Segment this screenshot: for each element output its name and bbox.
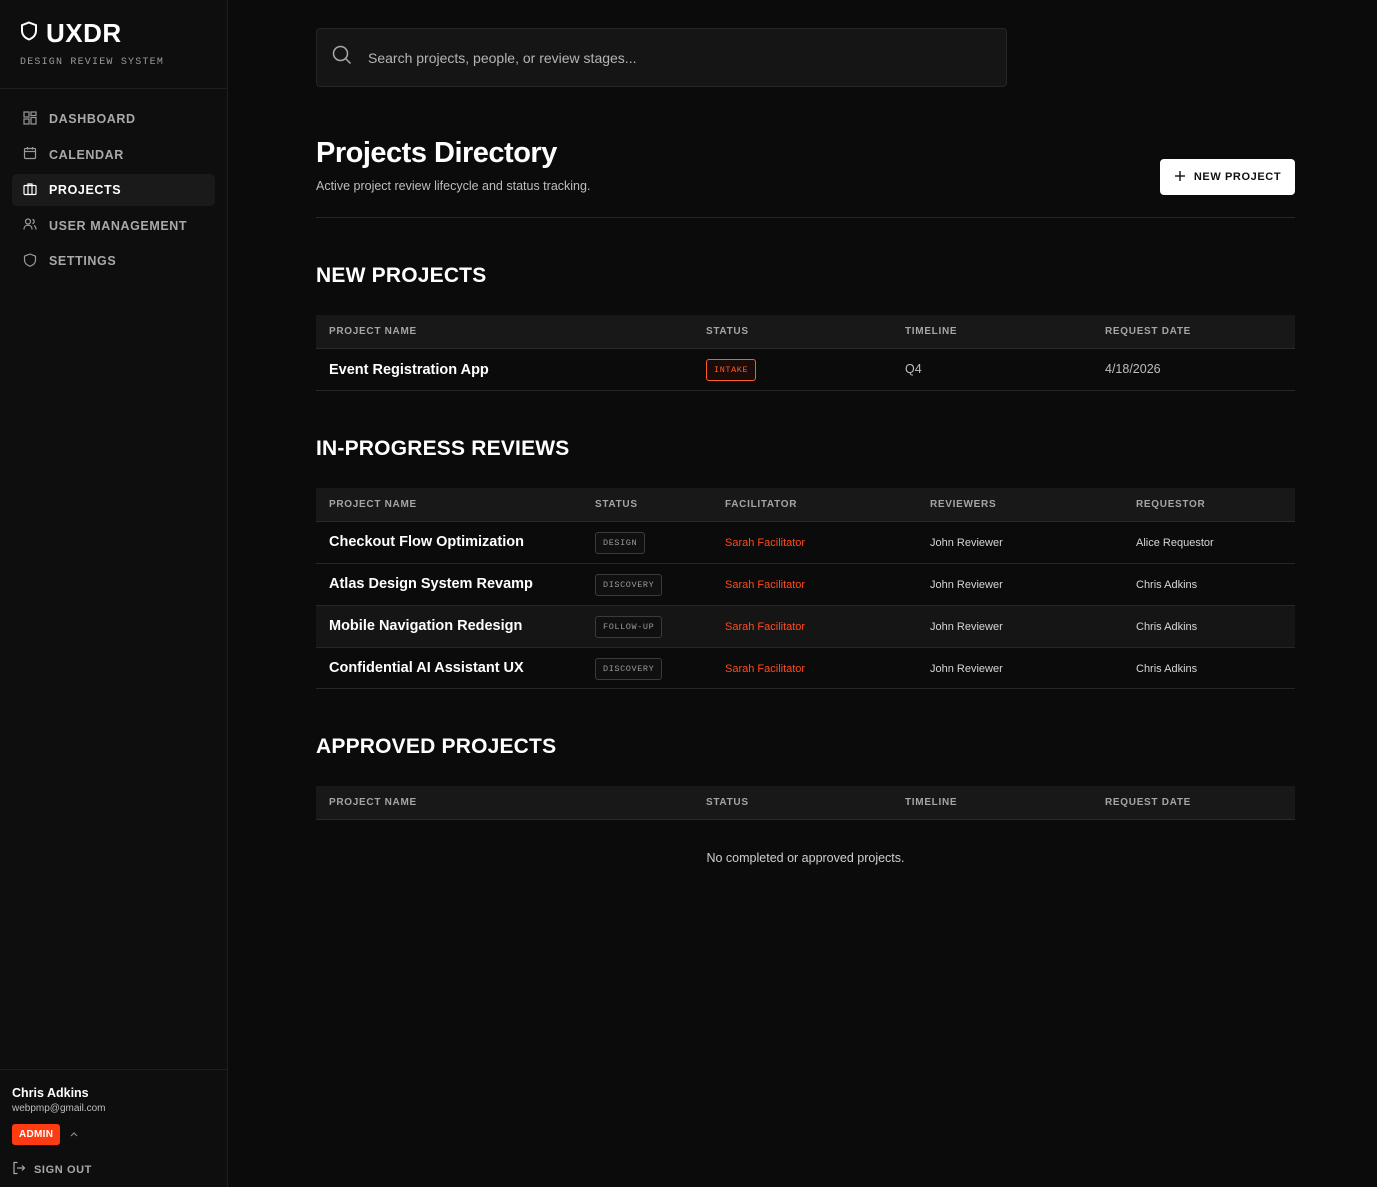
calendar-icon: [23, 146, 37, 163]
reviewers: John Reviewer: [930, 663, 1003, 675]
briefcase-icon: [23, 182, 37, 199]
sidebar-item-dashboard[interactable]: DASHBOARD: [12, 103, 215, 135]
requestor: Chris Adkins: [1136, 663, 1198, 675]
project-name[interactable]: Event Registration App: [329, 362, 489, 378]
in-progress-title: IN-PROGRESS REVIEWS: [316, 437, 570, 460]
column-header[interactable]: TIMELINE: [905, 797, 957, 808]
search-icon: [332, 45, 352, 70]
chevron-up-icon[interactable]: [70, 1129, 78, 1140]
requestor: Chris Adkins: [1136, 621, 1198, 633]
column-header[interactable]: TIMELINE: [905, 326, 957, 337]
project-name[interactable]: Mobile Navigation Redesign: [329, 618, 522, 634]
role-row: ADMIN: [12, 1124, 215, 1145]
sidebar-item-calendar[interactable]: CALENDAR: [12, 139, 215, 171]
user-email: webpmp@gmail.com: [12, 1103, 106, 1114]
column-header[interactable]: FACILITATOR: [725, 499, 797, 510]
facilitator[interactable]: Sarah Facilitator: [725, 537, 805, 549]
sidebar-item-label: SETTINGS: [49, 254, 117, 268]
sidebar-item-label: USER MANAGEMENT: [49, 218, 188, 233]
new-project-label: NEW PROJECT: [1193, 171, 1282, 183]
status-badge: DESIGN: [595, 532, 646, 554]
status-badge: FOLLOW-UP: [595, 616, 663, 638]
sidebar-item-label: PROJECTS: [49, 183, 122, 197]
column-header[interactable]: STATUS: [595, 499, 638, 510]
search-input[interactable]: [368, 49, 968, 66]
column-header[interactable]: REQUESTOR: [1136, 499, 1205, 510]
request-date: 4/18/2026: [1105, 362, 1161, 376]
sign-out-label: SIGN OUT: [34, 1163, 92, 1176]
table-row[interactable]: Event Registration App INTAKE Q4 4/18/20…: [316, 349, 1295, 391]
plus-icon: [1174, 170, 1186, 185]
column-header[interactable]: PROJECT NAME: [329, 326, 417, 337]
new-projects-title: NEW PROJECTS: [316, 264, 487, 287]
requestor: Alice Requestor: [1136, 537, 1214, 549]
facilitator[interactable]: Sarah Facilitator: [725, 663, 805, 675]
facilitator[interactable]: Sarah Facilitator: [725, 621, 805, 633]
sidebar-item-label: CALENDAR: [49, 147, 124, 162]
column-header[interactable]: REVIEWERS: [930, 499, 996, 510]
page-subtitle: Active project review lifecycle and stat…: [316, 179, 591, 193]
sign-out-icon: [12, 1161, 26, 1178]
table-row[interactable]: Checkout Flow Optimization DESIGN Sarah …: [316, 522, 1295, 564]
header-divider: [316, 217, 1295, 218]
shield-logo-icon: [20, 21, 38, 46]
role-badge[interactable]: ADMIN: [12, 1124, 61, 1145]
table-row[interactable]: Atlas Design System Revamp DISCOVERY Sar…: [316, 564, 1295, 606]
project-name[interactable]: Atlas Design System Revamp: [329, 576, 533, 592]
new-project-button[interactable]: NEW PROJECT: [1160, 159, 1295, 195]
brand: UXDR DESIGN REVIEW SYSTEM: [0, 0, 227, 89]
approved-projects-table: PROJECT NAME STATUS TIMELINE REQUEST DAT…: [316, 786, 1295, 820]
table-row[interactable]: Mobile Navigation Redesign FOLLOW-UP Sar…: [316, 606, 1295, 648]
search-bar[interactable]: [316, 28, 1007, 87]
user-profile: Chris Adkins webpmp@gmail.com ADMIN SIGN…: [0, 1069, 227, 1187]
status-badge: DISCOVERY: [595, 574, 663, 596]
column-header[interactable]: REQUEST DATE: [1105, 797, 1191, 808]
sidebar-item-user-management[interactable]: USER MANAGEMENT: [12, 210, 215, 242]
column-header[interactable]: PROJECT NAME: [329, 499, 417, 510]
approved-projects-title: APPROVED PROJECTS: [316, 735, 557, 758]
column-header[interactable]: REQUEST DATE: [1105, 326, 1191, 337]
sidebar: UXDR DESIGN REVIEW SYSTEM DASHBOARD CALE…: [0, 0, 228, 1187]
requestor: Chris Adkins: [1136, 579, 1198, 591]
user-name: Chris Adkins: [12, 1086, 89, 1100]
new-projects-table: PROJECT NAME STATUS TIMELINE REQUEST DAT…: [316, 315, 1295, 391]
table-header: PROJECT NAME STATUS FACILITATOR REVIEWER…: [316, 488, 1295, 522]
timeline: Q4: [905, 362, 922, 376]
empty-state-message: No completed or approved projects.: [706, 851, 905, 865]
page-title: Projects Directory: [316, 137, 557, 169]
column-header[interactable]: STATUS: [706, 797, 749, 808]
shield-icon: [23, 252, 37, 270]
status-badge: INTAKE: [706, 359, 757, 381]
table-row[interactable]: Confidential AI Assistant UX DISCOVERY S…: [316, 648, 1295, 689]
project-name[interactable]: Confidential AI Assistant UX: [329, 660, 524, 676]
table-header: PROJECT NAME STATUS TIMELINE REQUEST DAT…: [316, 786, 1295, 820]
column-header[interactable]: STATUS: [706, 326, 749, 337]
status-badge: DISCOVERY: [595, 658, 663, 680]
reviewers: John Reviewer: [930, 621, 1003, 633]
brand-title: UXDR: [46, 18, 122, 48]
grid-icon: [23, 110, 37, 128]
reviewers: John Reviewer: [930, 579, 1003, 591]
brand-subtitle: DESIGN REVIEW SYSTEM: [20, 57, 165, 68]
sidebar-item-settings[interactable]: SETTINGS: [12, 245, 215, 277]
brand-row[interactable]: UXDR: [20, 18, 207, 49]
column-header[interactable]: PROJECT NAME: [329, 797, 417, 808]
table-header: PROJECT NAME STATUS TIMELINE REQUEST DAT…: [316, 315, 1295, 349]
facilitator[interactable]: Sarah Facilitator: [725, 579, 805, 591]
users-icon: [23, 217, 37, 234]
project-name[interactable]: Checkout Flow Optimization: [329, 534, 524, 550]
sidebar-item-projects[interactable]: PROJECTS: [12, 174, 215, 206]
sign-out-button[interactable]: SIGN OUT: [12, 1161, 215, 1178]
sidebar-nav: DASHBOARD CALENDAR PROJECTS USER MANAGEM…: [0, 89, 227, 295]
reviewers: John Reviewer: [930, 537, 1003, 549]
in-progress-table: PROJECT NAME STATUS FACILITATOR REVIEWER…: [316, 488, 1295, 689]
sidebar-item-label: DASHBOARD: [49, 112, 136, 126]
